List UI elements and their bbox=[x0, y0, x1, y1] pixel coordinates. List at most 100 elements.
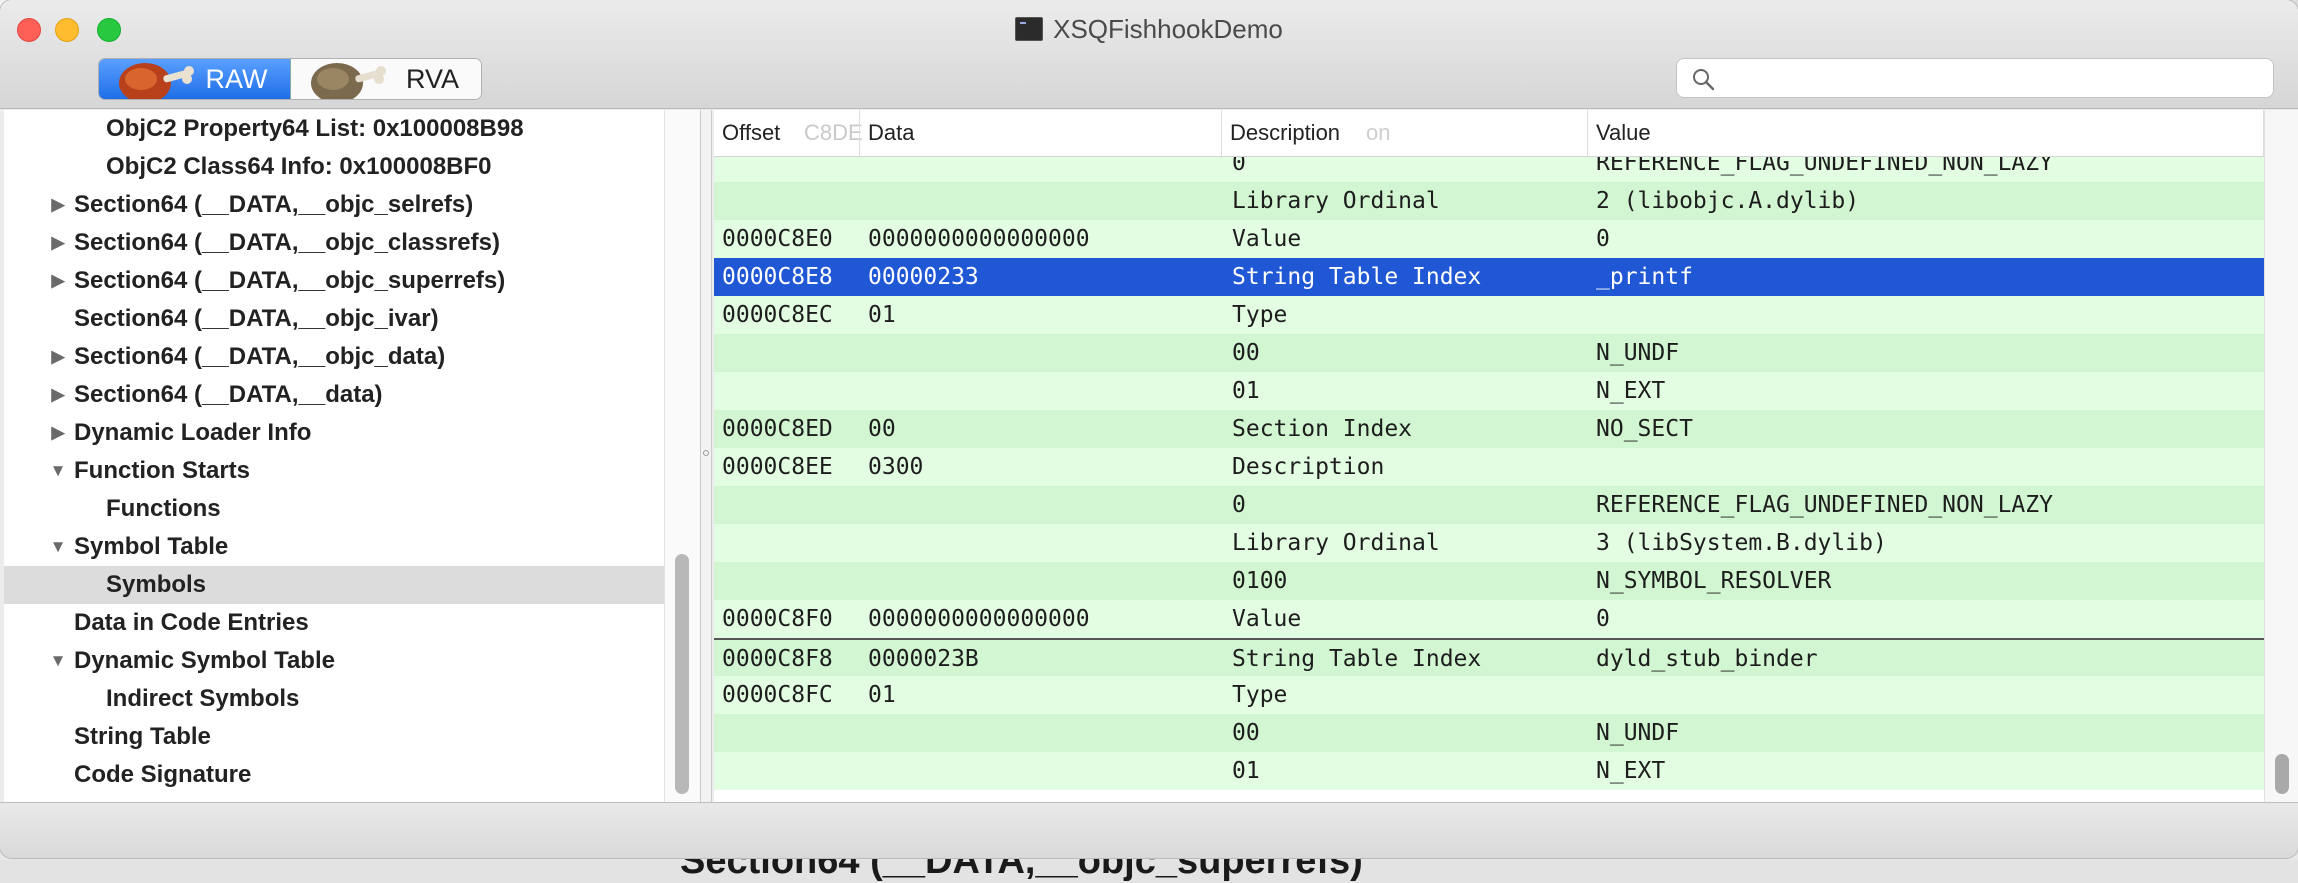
table-row[interactable]: 0000C8E8 00000233 String Table Index _print… bbox=[714, 258, 2264, 296]
tree-item[interactable]: Indirect Symbols bbox=[4, 680, 664, 718]
table-scrollbar[interactable] bbox=[2264, 110, 2298, 802]
column-header-description[interactable]: Description bbox=[1222, 110, 1588, 156]
tree-item[interactable]: ObjC2 Class64 Info: 0x100008BF0 bbox=[4, 148, 664, 186]
cell-value: 0 bbox=[1596, 606, 1610, 632]
tree-item[interactable]: Symbols bbox=[4, 566, 664, 604]
tree-item-label: Section64 (__DATA,__objc_selrefs) bbox=[74, 191, 474, 218]
disclosure-collapsed-icon[interactable]: ▶ bbox=[48, 224, 68, 262]
cell-description: Library Ordinal bbox=[1232, 530, 1440, 556]
tree-item-label: Symbols bbox=[106, 571, 207, 598]
cell-value: 0 bbox=[1596, 226, 1610, 252]
search-input[interactable] bbox=[1729, 63, 2263, 95]
disclosure-collapsed-icon[interactable]: ▶ bbox=[48, 414, 68, 452]
table-row[interactable]: 01 N_EXT bbox=[714, 752, 2264, 790]
table-row[interactable]: 00 N_UNDF bbox=[714, 334, 2264, 372]
tree-item[interactable]: Data in Code Entries bbox=[4, 604, 664, 642]
cell-description: String Table Index bbox=[1232, 646, 1482, 672]
table-row[interactable]: 0000C8ED 00 Section Index NO_SECT bbox=[714, 410, 2264, 448]
table-row[interactable]: 0 REFERENCE_FLAG_UNDEFINED_NON_LAZY bbox=[714, 486, 2264, 524]
divider-handle-icon bbox=[703, 450, 709, 456]
table-row[interactable]: 0000C8EC 01 Type bbox=[714, 296, 2264, 334]
cooked-meat-icon bbox=[310, 63, 386, 99]
cell-value: _printf bbox=[1596, 264, 1693, 290]
tree-item[interactable]: Section64 (__DATA,__objc_ivar) bbox=[4, 300, 664, 338]
tree-item[interactable]: ▶ Section64 (__DATA,__data) bbox=[4, 376, 664, 414]
cell-offset: 0000C8ED bbox=[722, 416, 833, 442]
cell-description: 00 bbox=[1232, 720, 1260, 746]
table-row[interactable]: 0000C8F8 0000023B String Table Index dyld_s… bbox=[714, 638, 2264, 676]
tree-item-label: Code Signature bbox=[74, 761, 252, 788]
column-header-data[interactable]: Data bbox=[860, 110, 1222, 156]
tree-item[interactable]: Code Signature bbox=[4, 756, 664, 794]
tree-scroll-thumb[interactable] bbox=[675, 554, 689, 794]
table-row[interactable]: 01 N_EXT bbox=[714, 372, 2264, 410]
terminal-icon bbox=[1015, 17, 1044, 41]
table-row[interactable]: Library Ordinal 3 (libSystem.B.dylib) bbox=[714, 524, 2264, 562]
tree-item-label: Function Starts bbox=[74, 457, 251, 484]
table-row[interactable]: 0000C8F0 0000000000000000 Value 0 bbox=[714, 600, 2264, 638]
disclosure-expanded-icon[interactable]: ▼ bbox=[48, 452, 68, 490]
tree-item[interactable]: ▶ Section64 (__DATA,__objc_selrefs) bbox=[4, 186, 664, 224]
disclosure-collapsed-icon[interactable]: ▶ bbox=[48, 376, 68, 414]
cell-description: 0 bbox=[1232, 492, 1246, 518]
tree-item[interactable]: ObjC2 Property64 List: 0x100008B98 bbox=[4, 110, 664, 148]
disclosure-expanded-icon[interactable]: ▼ bbox=[48, 528, 68, 566]
disclosure-collapsed-icon[interactable]: ▶ bbox=[48, 186, 68, 224]
tree-scrollbar[interactable] bbox=[664, 110, 700, 802]
table-row[interactable]: 0 REFERENCE_FLAG_UNDEFINED_NON_LAZY bbox=[714, 156, 2264, 182]
rva-mode-button[interactable]: RVA bbox=[290, 59, 481, 99]
table-row[interactable]: 00 N_UNDF bbox=[714, 714, 2264, 752]
tree-item[interactable]: ▶ Section64 (__DATA,__objc_classrefs) bbox=[4, 224, 664, 262]
table-scroll-thumb[interactable] bbox=[2275, 754, 2289, 794]
tree-item[interactable]: ▶ Section64 (__DATA,__objc_data) bbox=[4, 338, 664, 376]
disclosure-collapsed-icon[interactable]: ▶ bbox=[48, 338, 68, 376]
disclosure-expanded-icon[interactable]: ▼ bbox=[48, 642, 68, 680]
tree-item[interactable]: ▼ Symbol Table bbox=[4, 528, 664, 566]
cell-data: 0300 bbox=[868, 454, 924, 480]
column-header-offset[interactable]: Offset bbox=[714, 110, 860, 156]
disclosure-collapsed-icon[interactable]: ▶ bbox=[48, 262, 68, 300]
cell-offset: 0000C8EC bbox=[722, 302, 833, 328]
tree-item-label: Indirect Symbols bbox=[106, 685, 300, 712]
raw-mode-button[interactable]: RAW bbox=[99, 59, 291, 99]
cell-offset: 0000C8FC bbox=[722, 682, 833, 708]
table-row[interactable]: 0000C8EE 0300 Description bbox=[714, 448, 2264, 486]
table-header: C8DE on Offset Data Description Value bbox=[714, 110, 2264, 157]
tree-item-label: Dynamic Symbol Table bbox=[74, 647, 335, 674]
search-field[interactable] bbox=[1676, 58, 2274, 98]
cell-offset: 0000C8E0 bbox=[722, 226, 833, 252]
tree-item[interactable]: ▼ Dynamic Symbol Table bbox=[4, 642, 664, 680]
table-row[interactable]: 0000C8FC 01 Type bbox=[714, 676, 2264, 714]
tree-item[interactable]: ▶ Dynamic Loader Info bbox=[4, 414, 664, 452]
tree-item[interactable]: Functions bbox=[4, 490, 664, 528]
cell-data: 0000023B bbox=[868, 646, 979, 672]
rva-mode-label: RVA bbox=[405, 63, 459, 94]
table-body[interactable]: 0 REFERENCE_FLAG_UNDEFINED_NON_LAZY Librar… bbox=[714, 156, 2264, 802]
cell-offset: 0000C8E8 bbox=[722, 264, 833, 290]
detail-table[interactable]: C8DE on Offset Data Description Value 0 R… bbox=[714, 110, 2298, 802]
cell-value: dyld_stub_binder bbox=[1596, 646, 1818, 672]
tree-item-label: Section64 (__DATA,__data) bbox=[74, 381, 383, 408]
cell-value: NO_SECT bbox=[1596, 416, 1693, 442]
cell-value: N_UNDF bbox=[1596, 340, 1680, 366]
cell-value: N_EXT bbox=[1596, 758, 1666, 784]
tree-item[interactable]: String Table bbox=[4, 718, 664, 756]
address-mode-segmented-control[interactable]: RAW RVA bbox=[98, 58, 482, 100]
cell-offset: 0000C8EE bbox=[722, 454, 833, 480]
section-tree[interactable]: ObjC2 Property64 List: 0x100008B98 ObjC2 … bbox=[4, 110, 700, 802]
cell-value: 3 (libSystem.B.dylib) bbox=[1596, 530, 1887, 556]
table-row[interactable]: Library Ordinal 2 (libobjc.A.dylib) bbox=[714, 182, 2264, 220]
cell-data: 01 bbox=[868, 302, 896, 328]
tree-item[interactable]: ▶ Section64 (__DATA,__objc_superrefs) bbox=[4, 262, 664, 300]
title-bar[interactable]: XSQFishhookDemo RAW RVA bbox=[0, 0, 2298, 109]
tree-item-label: Section64 (__DATA,__objc_ivar) bbox=[74, 305, 439, 332]
table-row[interactable]: 0100 N_SYMBOL_RESOLVER bbox=[714, 562, 2264, 600]
cell-description: 0 bbox=[1232, 156, 1246, 176]
cell-description: String Table Index bbox=[1232, 264, 1482, 290]
table-row[interactable]: 0000C8E0 0000000000000000 Value 0 bbox=[714, 220, 2264, 258]
cell-description: 01 bbox=[1232, 378, 1260, 404]
split-view-divider[interactable] bbox=[700, 110, 712, 802]
cell-value: REFERENCE_FLAG_UNDEFINED_NON_LAZY bbox=[1596, 492, 2053, 518]
column-header-value[interactable]: Value bbox=[1588, 110, 2264, 156]
tree-item[interactable]: ▼ Function Starts bbox=[4, 452, 664, 490]
